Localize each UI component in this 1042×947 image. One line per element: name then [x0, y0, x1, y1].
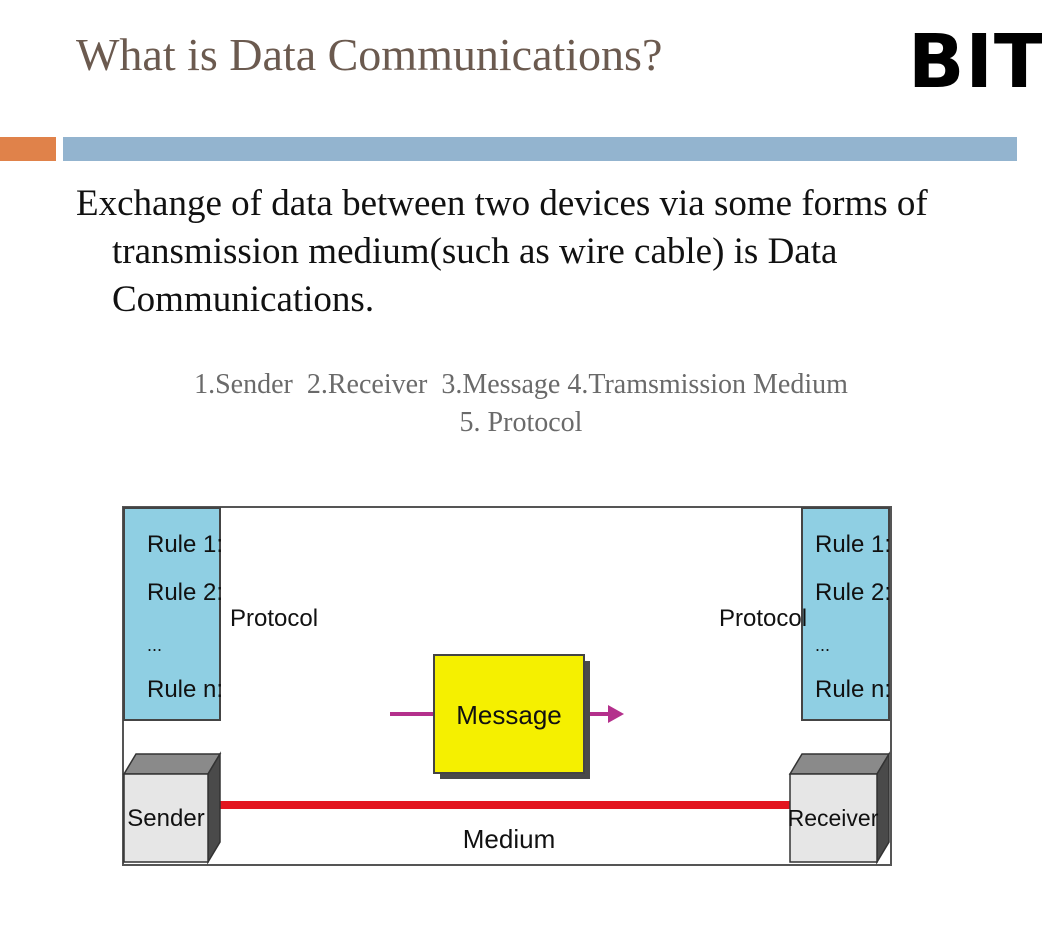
receiver-side-face — [876, 751, 890, 865]
bit-logo: BIT — [908, 19, 1042, 105]
left-rule-n: Rule n: — [147, 676, 223, 703]
receiver-label: Receiver — [788, 805, 879, 831]
components-list: 1.Sender 2.Receiver 3.Message 4.Tramsmis… — [0, 366, 1042, 442]
left-protocol-label: Protocol — [230, 605, 318, 632]
sender-top-face — [122, 753, 222, 775]
components-line-2: 5. Protocol — [459, 407, 583, 438]
components-line-1: 1.Sender 2.Receiver 3.Message 4.Tramsmis… — [194, 369, 848, 400]
right-rule-2: Rule 2: — [815, 579, 891, 606]
right-rule-1: Rule 1: — [815, 531, 891, 558]
left-rule-1: Rule 1: — [147, 531, 223, 558]
left-rule-ellipsis: ... — [147, 635, 162, 655]
blue-title-bar — [63, 137, 1017, 161]
definition-text: Exchange of data between two devices via… — [76, 183, 928, 320]
orange-accent-bar — [0, 137, 56, 161]
receiver-top-face — [788, 753, 891, 775]
receiver-device: Receiver — [788, 751, 891, 865]
slide-title: What is Data Communications? — [76, 29, 663, 80]
right-rule-n: Rule n: — [815, 676, 891, 703]
diagram-svg: Rule 1: Rule 2: ... Rule n: Rule 1: Rule… — [122, 506, 892, 866]
sender-label: Sender — [127, 805, 204, 832]
data-communication-diagram: Rule 1: Rule 2: ... Rule n: Rule 1: Rule… — [122, 506, 892, 866]
sender-device: Sender — [122, 751, 222, 865]
medium-label: Medium — [463, 824, 555, 854]
sender-side-face — [207, 751, 221, 865]
message-label: Message — [456, 700, 562, 730]
left-rule-2: Rule 2: — [147, 579, 223, 606]
right-rule-ellipsis: ... — [815, 635, 830, 655]
right-protocol-label: Protocol — [719, 605, 807, 632]
